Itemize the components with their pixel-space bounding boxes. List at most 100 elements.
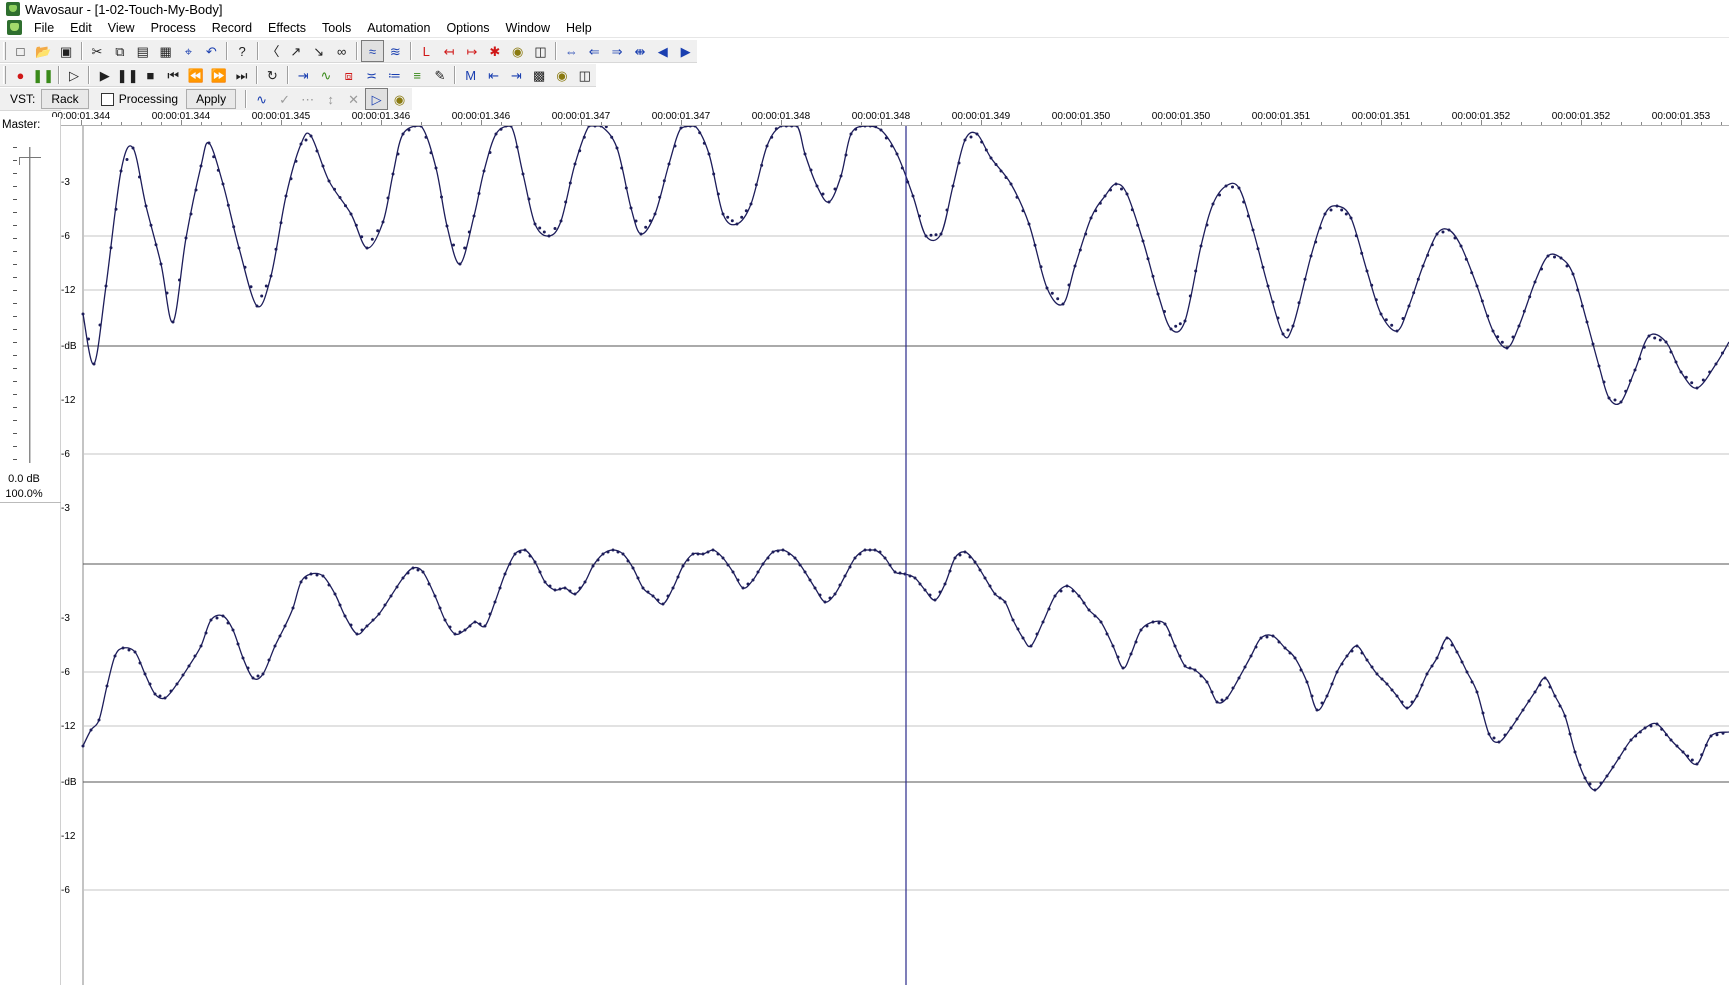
- sample-dot: [573, 592, 577, 596]
- rack-button[interactable]: Rack: [41, 89, 89, 109]
- sample-dot: [406, 571, 410, 575]
- pencil-icon[interactable]: ✎: [429, 64, 452, 86]
- db-scale-label: -12: [61, 721, 76, 732]
- spectrum-icon[interactable]: ∿: [315, 64, 338, 86]
- stop-icon[interactable]: ■: [139, 64, 162, 86]
- fade-out-icon[interactable]: ↘: [307, 40, 330, 62]
- sample-dot: [121, 646, 125, 650]
- lock-icon[interactable]: ◉: [506, 40, 529, 62]
- scroll-right-icon[interactable]: ▶: [674, 40, 697, 62]
- scroll-left-icon[interactable]: ◀: [651, 40, 674, 62]
- marker-prev-icon[interactable]: ⇤: [482, 64, 505, 86]
- play-from-cursor-icon[interactable]: ▷: [63, 64, 86, 86]
- loop-icon[interactable]: ↻: [261, 64, 284, 86]
- sample-dot: [1310, 694, 1314, 698]
- undo-icon[interactable]: ↶: [200, 40, 223, 62]
- lock-icon[interactable]: ◉: [551, 64, 574, 86]
- arrow-icon[interactable]: ↕: [319, 88, 342, 110]
- marker-m-icon[interactable]: M: [459, 64, 482, 86]
- menu-file[interactable]: File: [26, 18, 62, 38]
- loop-insert-icon[interactable]: ⇥: [292, 64, 315, 86]
- skip-end-icon[interactable]: ⏭: [230, 64, 253, 86]
- sample-dot: [1714, 362, 1718, 366]
- menu-effects[interactable]: Effects: [260, 18, 314, 38]
- record-icon[interactable]: ●: [9, 64, 32, 86]
- sample-dot: [241, 656, 245, 660]
- sample-dot: [1027, 222, 1031, 226]
- open-file-icon[interactable]: 📂: [32, 40, 55, 62]
- menu-help[interactable]: Help: [558, 18, 600, 38]
- copy-region-icon[interactable]: ⧈: [337, 64, 360, 86]
- db-scale-label: -6: [61, 231, 70, 242]
- ruler-tick-mark: [241, 122, 242, 125]
- stereo-icon[interactable]: ≡: [406, 64, 429, 86]
- pause-icon[interactable]: ❚❚: [116, 64, 139, 86]
- marker-left-icon[interactable]: ↤: [438, 40, 461, 62]
- ruler-tick-mark: [1021, 122, 1022, 125]
- play-selection-icon[interactable]: ▷: [365, 88, 389, 110]
- waveform-select-icon[interactable]: ≈: [361, 40, 384, 62]
- marker-next-icon[interactable]: ⇥: [505, 64, 528, 86]
- zoom-fit-icon[interactable]: ⇒: [606, 40, 629, 62]
- marker-right-icon[interactable]: ↦: [460, 40, 483, 62]
- waveform-canvas[interactable]: -3 -6 -12 -dB -12 -6 -3 -3 -6 -12 -dB -12 -6: [61, 126, 1729, 985]
- automation-curve-icon[interactable]: ∿: [250, 88, 273, 110]
- processing-checkbox[interactable]: [100, 92, 114, 106]
- marker-icon[interactable]: L: [415, 40, 438, 62]
- db-scale-label: -3: [61, 177, 70, 188]
- volume-slider-thumb[interactable]: [19, 157, 41, 165]
- link-icon[interactable]: ∞: [330, 40, 353, 62]
- fade-in-icon[interactable]: ↗: [284, 40, 307, 62]
- sample-dot: [376, 229, 380, 233]
- fast-forward-icon[interactable]: ⏩: [207, 64, 230, 86]
- paste-icon[interactable]: ▤: [131, 40, 154, 62]
- lock-icon[interactable]: ◉: [388, 88, 411, 110]
- trash-icon[interactable]: ◫: [529, 40, 552, 62]
- toolbar-grip[interactable]: [3, 42, 6, 60]
- save-icon[interactable]: ▣: [55, 40, 78, 62]
- document-icon[interactable]: [7, 20, 22, 35]
- sample-dot: [726, 215, 730, 219]
- waveform-all-icon[interactable]: ≋: [384, 40, 407, 62]
- menu-tools[interactable]: Tools: [314, 18, 359, 38]
- waveform-view[interactable]: -3 -6 -12 -dB -12 -6 -3 -3 -6 -12 -dB -12 -6: [61, 126, 1729, 985]
- sample-dot: [809, 168, 813, 172]
- volume-slider-track[interactable]: [29, 147, 32, 463]
- toolbar-grip[interactable]: [3, 66, 6, 84]
- rewind-icon[interactable]: ⏪: [185, 64, 208, 86]
- timeline-ruler[interactable]: 00:00:01.344 00:00:01.344 00:00:01.345 00:0…: [52, 110, 1729, 126]
- copy-icon[interactable]: ⧉: [108, 40, 131, 62]
- menu-record[interactable]: Record: [204, 18, 260, 38]
- pause-record-icon[interactable]: ❚❚: [32, 64, 55, 86]
- paste-special-icon[interactable]: ▦: [154, 40, 177, 62]
- sample-dot: [427, 582, 431, 586]
- ruler-tick-mark: [721, 122, 722, 125]
- film-icon[interactable]: ▩: [528, 64, 551, 86]
- zoom-selection-icon[interactable]: ⇼: [629, 40, 652, 62]
- slider-tick: [13, 407, 17, 408]
- close-icon[interactable]: ✕: [342, 88, 365, 110]
- menu-process[interactable]: Process: [143, 18, 204, 38]
- mute-icon[interactable]: 〈: [262, 40, 285, 62]
- skip-start-icon[interactable]: ⏮: [162, 64, 185, 86]
- menu-window[interactable]: Window: [498, 18, 558, 38]
- menu-automation[interactable]: Automation: [359, 18, 438, 38]
- eq-icon[interactable]: ≔: [383, 64, 406, 86]
- apply-button[interactable]: Apply: [186, 89, 237, 109]
- menu-options[interactable]: Options: [438, 18, 497, 38]
- cut-icon[interactable]: ✂: [86, 40, 109, 62]
- trash-icon[interactable]: ◫: [573, 64, 596, 86]
- marker-delete-all-icon[interactable]: ✱: [483, 40, 506, 62]
- menu-view[interactable]: View: [100, 18, 143, 38]
- zoom-in-icon[interactable]: ⇔: [560, 40, 583, 62]
- check-icon[interactable]: ✓: [273, 88, 296, 110]
- crop-icon[interactable]: ⌖: [177, 40, 200, 62]
- dots-icon[interactable]: ⋯: [296, 88, 319, 110]
- menu-edit[interactable]: Edit: [62, 18, 100, 38]
- new-file-icon[interactable]: □: [9, 40, 32, 62]
- zoom-out-icon[interactable]: ⇐: [583, 40, 606, 62]
- normalize-icon[interactable]: ≍: [360, 64, 383, 86]
- help-icon[interactable]: ?: [231, 40, 254, 62]
- play-icon[interactable]: ▶: [93, 64, 116, 86]
- sample-dot: [1624, 389, 1628, 393]
